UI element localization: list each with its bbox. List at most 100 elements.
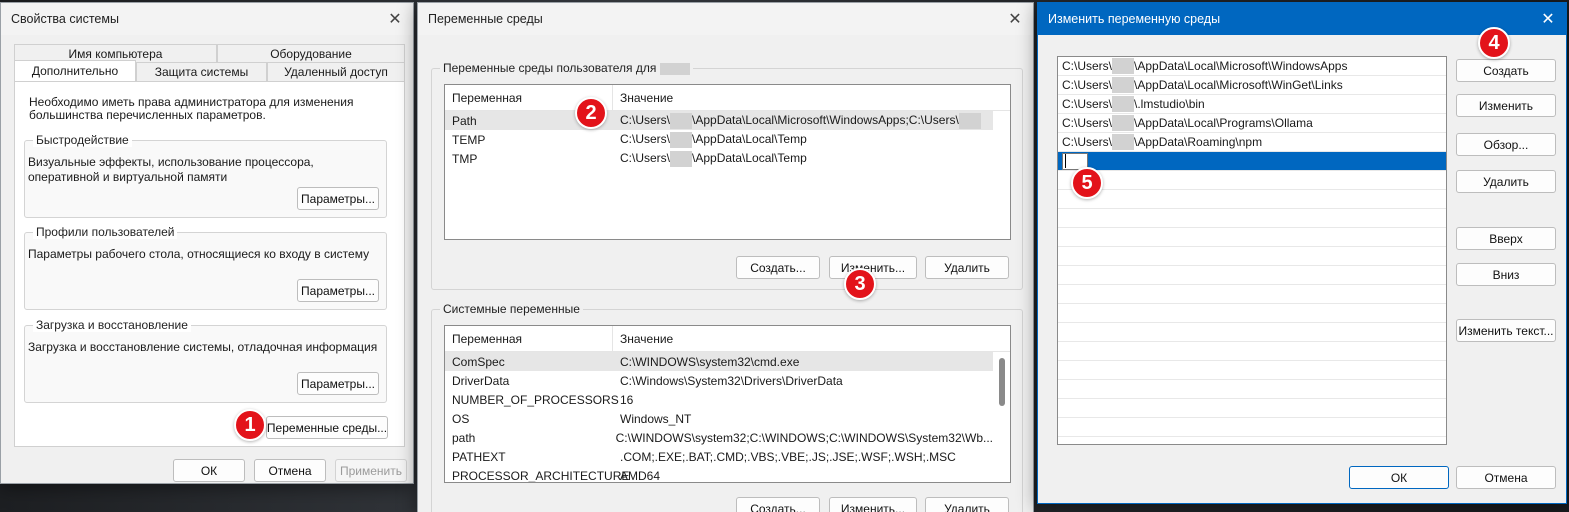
performance-group: Быстродействие Визуальные эффекты, испол… — [24, 133, 387, 218]
startup-recovery-desc: Загрузка и восстановление системы, отлад… — [28, 340, 378, 354]
cancel-button[interactable]: Отмена — [254, 459, 326, 482]
move-up-button[interactable]: Вверх — [1456, 227, 1556, 250]
column-variable[interactable]: Переменная — [445, 326, 613, 351]
scrollbar[interactable] — [999, 358, 1005, 406]
list-item[interactable]: C:\Users\ \.lmstudio\bin — [1058, 95, 1446, 114]
table-row[interactable]: PROCESSOR_ARCHITECTURE AMD64 — [445, 466, 993, 483]
apply-button[interactable]: Применить — [335, 459, 407, 482]
empty-list-row[interactable] — [1058, 361, 1446, 380]
startup-recovery-group: Загрузка и восстановление Загрузка и вос… — [24, 318, 387, 403]
system-variables-title: Системные переменные — [440, 302, 583, 316]
table-row[interactable]: TEMP C:\Users\ \AppData\Local\Temp — [445, 130, 993, 149]
tab-hardware[interactable]: Оборудование — [217, 44, 405, 63]
empty-list-row[interactable] — [1058, 380, 1446, 399]
user-delete-button[interactable]: Удалить — [925, 256, 1009, 279]
empty-list-row[interactable] — [1058, 285, 1446, 304]
redacted-username — [659, 62, 690, 75]
user-variables-list[interactable]: Переменная Значение Path C:\Users\ \AppDa… — [444, 84, 1011, 240]
user-profiles-desc: Параметры рабочего стола, относящиеся ко… — [28, 247, 370, 261]
column-value[interactable]: Значение — [613, 326, 991, 351]
system-properties-window: Свойства системы ✕ Имя компьютера Оборуд… — [0, 2, 414, 484]
user-profiles-group: Профили пользователей Параметры рабочего… — [24, 225, 387, 310]
admin-note: Необходимо иметь права администратора дл… — [29, 95, 354, 122]
step-badge-5: 5 — [1071, 167, 1103, 199]
path-entries-list[interactable]: C:\Users\ \AppData\Local\Microsoft\Window… — [1057, 56, 1447, 445]
empty-list-row[interactable] — [1058, 171, 1446, 190]
tab-system-protection[interactable]: Защита системы — [136, 62, 267, 81]
empty-list-row[interactable] — [1058, 399, 1446, 418]
empty-list-row[interactable] — [1058, 209, 1446, 228]
edit-button[interactable]: Изменить — [1456, 94, 1556, 117]
system-edit-button[interactable]: Изменить... — [829, 497, 917, 512]
table-row[interactable]: NUMBER_OF_PROCESSORS 16 — [445, 390, 993, 409]
table-row[interactable]: Path C:\Users\ \AppData\Local\Microsoft\W… — [445, 111, 993, 130]
performance-settings-button[interactable]: Параметры... — [297, 187, 379, 210]
redacted-username — [1112, 96, 1135, 112]
redacted-username — [1112, 77, 1135, 93]
window-title: Свойства системы — [11, 12, 119, 26]
env-titlebar: Переменные среды — [418, 3, 1033, 35]
step-badge-3: 3 — [844, 268, 876, 300]
table-row[interactable]: TMP C:\Users\ \AppData\Local\Temp — [445, 149, 993, 168]
redacted-username — [1112, 58, 1135, 74]
new-entry-edit-field[interactable] — [1058, 152, 1446, 171]
delete-button[interactable]: Удалить — [1456, 170, 1556, 193]
ok-button[interactable]: ОК — [1349, 466, 1449, 489]
ok-button[interactable]: ОК — [173, 459, 245, 482]
empty-list-row[interactable] — [1058, 304, 1446, 323]
new-button[interactable]: Создать — [1456, 59, 1556, 82]
column-value[interactable]: Значение — [613, 85, 991, 110]
redacted-username — [1112, 115, 1135, 131]
window-title: Изменить переменную среды — [1048, 12, 1221, 26]
empty-list-row[interactable] — [1058, 247, 1446, 266]
performance-title: Быстродействие — [33, 133, 132, 147]
window-title: Переменные среды — [428, 12, 543, 26]
empty-list-row[interactable] — [1058, 342, 1446, 361]
table-row[interactable]: DriverData C:\Windows\System32\Drivers\Dr… — [445, 371, 993, 390]
table-row[interactable]: ComSpec C:\WINDOWS\system32\cmd.exe — [445, 352, 993, 371]
list-header: Переменная Значение — [445, 326, 1010, 352]
user-profiles-settings-button[interactable]: Параметры... — [297, 279, 379, 302]
browse-button[interactable]: Обзор... — [1456, 133, 1556, 156]
system-new-button[interactable]: Создать... — [736, 497, 820, 512]
user-variables-title: Переменные среды пользователя для — [440, 61, 693, 75]
tab-row-bottom: Дополнительно Защита системы Удаленный д… — [14, 60, 405, 81]
table-row[interactable]: path C:\WINDOWS\system32;C:\WINDOWS;C:\WI… — [445, 428, 993, 447]
user-variables-group: Переменные среды пользователя для Переме… — [431, 61, 1023, 290]
move-down-button[interactable]: Вниз — [1456, 263, 1556, 286]
startup-recovery-settings-button[interactable]: Параметры... — [297, 372, 379, 395]
startup-recovery-title: Загрузка и восстановление — [33, 318, 191, 332]
system-delete-button[interactable]: Удалить — [925, 497, 1009, 512]
close-icon[interactable]: ✕ — [1003, 7, 1027, 31]
close-icon[interactable]: ✕ — [383, 7, 407, 31]
list-item[interactable]: C:\Users\ \AppData\Local\Microsoft\WinGet… — [1058, 76, 1446, 95]
tab-remote[interactable]: Удаленный доступ — [267, 62, 405, 81]
close-icon[interactable]: ✕ — [1536, 7, 1560, 31]
edit-text-button[interactable]: Изменить текст... — [1456, 319, 1556, 342]
empty-list-row[interactable] — [1058, 190, 1446, 209]
user-profiles-title: Профили пользователей — [33, 225, 178, 239]
step-badge-2: 2 — [575, 97, 607, 129]
redacted-username — [1112, 134, 1135, 150]
user-new-button[interactable]: Создать... — [736, 256, 820, 279]
list-header: Переменная Значение — [445, 85, 1010, 111]
empty-list-row[interactable] — [1058, 323, 1446, 342]
performance-desc: Визуальные эффекты, использование процес… — [28, 155, 314, 184]
empty-list-row[interactable] — [1058, 266, 1446, 285]
step-badge-4: 4 — [1478, 27, 1510, 59]
table-row[interactable]: OS Windows_NT — [445, 409, 993, 428]
table-row[interactable]: PATHEXT .COM;.EXE;.BAT;.CMD;.VBS;.VBE;.JS… — [445, 447, 993, 466]
tab-advanced[interactable]: Дополнительно — [14, 60, 136, 81]
empty-list-row[interactable] — [1058, 418, 1446, 437]
system-properties-titlebar: Свойства системы — [1, 3, 413, 35]
cancel-button[interactable]: Отмена — [1456, 466, 1556, 489]
list-item[interactable]: C:\Users\ \AppData\Roaming\npm — [1058, 133, 1446, 152]
empty-list-row[interactable] — [1058, 228, 1446, 247]
system-variables-list[interactable]: Переменная Значение ComSpec C:\WINDOWS\sy… — [444, 325, 1011, 483]
list-item[interactable]: C:\Users\ \AppData\Local\Microsoft\Window… — [1058, 57, 1446, 76]
list-item[interactable]: C:\Users\ \AppData\Local\Programs\Ollama — [1058, 114, 1446, 133]
environment-variables-window: Переменные среды ✕ Переменные среды поль… — [417, 2, 1034, 512]
step-badge-1: 1 — [234, 409, 266, 441]
environment-variables-button[interactable]: Переменные среды... — [266, 416, 388, 439]
system-variables-group: Системные переменные Переменная Значение… — [431, 302, 1023, 512]
